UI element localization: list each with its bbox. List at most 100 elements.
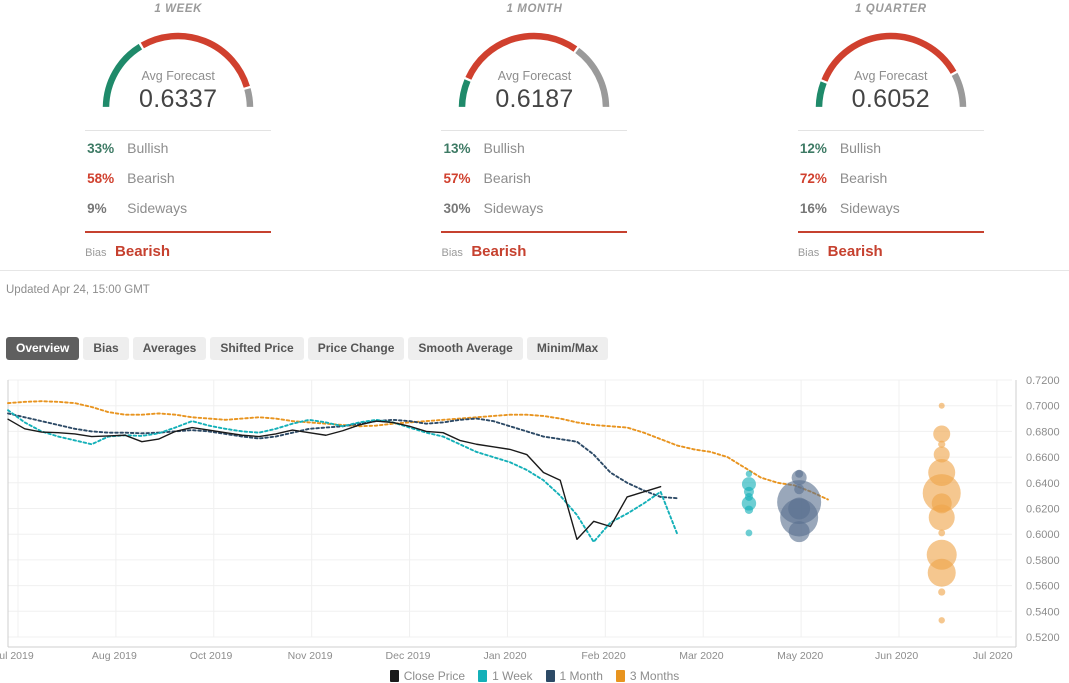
svg-text:Jun 2020: Jun 2020 — [875, 650, 918, 662]
chart-y-axis-labels: 0.7200 0.7000 0.6800 0.6600 0.6400 0.6200 0.60… — [1026, 375, 1060, 644]
svg-text:Jul 2019: Jul 2019 — [0, 650, 34, 662]
legend-label-close-price: Close Price — [404, 669, 465, 683]
sideways-label: Sideways — [127, 200, 187, 216]
gauge-arc-svg — [78, 20, 278, 112]
bias-line: Bias Bearish — [441, 243, 627, 261]
svg-text:0.6600: 0.6600 — [1026, 452, 1060, 464]
stat-row-sideways: 30% Sideways — [441, 200, 627, 230]
svg-text:Nov 2019: Nov 2019 — [288, 650, 333, 662]
panel-title: 1 MONTH — [356, 2, 712, 16]
forecast-panels: 1 WEEK Avg Forecast 0.6337 33% Bullish 5… — [0, 0, 1069, 268]
tab-overview[interactable]: Overview — [6, 337, 79, 360]
stat-row-sideways: 16% Sideways — [798, 200, 984, 230]
svg-text:Feb 2020: Feb 2020 — [581, 650, 626, 662]
gauge-1-quarter: Avg Forecast 0.6052 — [791, 20, 991, 112]
bias-value: Bearish — [828, 243, 883, 260]
bullish-percent: 13% — [441, 141, 483, 156]
legend-swatch-close-price — [390, 670, 399, 682]
chart-series — [8, 401, 828, 542]
chart-x-axis-labels: Jul 2019Aug 2019Oct 2019Nov 2019Dec 2019… — [0, 650, 1013, 662]
tab-smooth-average[interactable]: Smooth Average — [408, 337, 522, 360]
bearish-percent: 58% — [85, 171, 127, 186]
tab-averages[interactable]: Averages — [133, 337, 207, 360]
gauge-1-week: Avg Forecast 0.6337 — [78, 20, 278, 112]
legend-swatch-3-months — [616, 670, 625, 682]
svg-text:0.5600: 0.5600 — [1026, 581, 1060, 593]
bias-rule — [798, 231, 984, 233]
panel-title: 1 WEEK — [0, 2, 356, 16]
bullish-label: Bullish — [483, 140, 524, 156]
svg-text:Oct 2019: Oct 2019 — [190, 650, 233, 662]
tab-bias[interactable]: Bias — [83, 337, 128, 360]
svg-text:0.5800: 0.5800 — [1026, 555, 1060, 567]
bias-label: Bias — [441, 247, 462, 259]
tab-minim-max[interactable]: Minim/Max — [527, 337, 608, 360]
sideways-percent: 9% — [85, 201, 127, 216]
chart-gridlines — [8, 380, 1016, 647]
bias-rule — [441, 231, 627, 233]
stat-row-sideways: 9% Sideways — [85, 200, 271, 230]
bias-value: Bearish — [471, 243, 526, 260]
stat-row-bullish: 33% Bullish — [85, 140, 271, 170]
bearish-percent: 72% — [798, 171, 840, 186]
svg-text:0.6800: 0.6800 — [1026, 426, 1060, 438]
svg-text:0.6400: 0.6400 — [1026, 478, 1060, 490]
legend-label-1-month: 1 Month — [560, 669, 603, 683]
bullish-label: Bullish — [840, 140, 881, 156]
forecast-panel-1-week: 1 WEEK Avg Forecast 0.6337 33% Bullish 5… — [0, 0, 356, 268]
bias-value: Bearish — [115, 243, 170, 260]
bearish-label: Bearish — [840, 170, 887, 186]
bias-label: Bias — [798, 247, 819, 259]
tab-shifted-price[interactable]: Shifted Price — [210, 337, 303, 360]
bearish-percent: 57% — [441, 171, 483, 186]
svg-text:May 2020: May 2020 — [777, 650, 823, 662]
legend-item-1-month: 1 Month — [546, 669, 603, 683]
tab-price-change[interactable]: Price Change — [308, 337, 405, 360]
chart-tab-bar: Overview Bias Averages Shifted Price Pri… — [6, 337, 608, 360]
bullish-percent: 12% — [798, 141, 840, 156]
svg-text:0.7200: 0.7200 — [1026, 375, 1060, 387]
svg-text:0.6000: 0.6000 — [1026, 529, 1060, 541]
legend-swatch-1-month — [546, 670, 555, 682]
bias-line: Bias Bearish — [798, 243, 984, 261]
legend-item-3-months: 3 Months — [616, 669, 679, 683]
legend-item-close-price: Close Price — [390, 669, 465, 683]
stat-row-bullish: 13% Bullish — [441, 140, 627, 170]
section-divider — [0, 270, 1069, 271]
svg-text:Dec 2019: Dec 2019 — [386, 650, 431, 662]
forecast-chart[interactable]: 0.7200 0.7000 0.6800 0.6600 0.6400 0.6200 0.60… — [0, 372, 1069, 662]
gauge-arc-svg — [791, 20, 991, 112]
panel-title: 1 QUARTER — [713, 2, 1069, 16]
bias-label: Bias — [85, 247, 106, 259]
chart-legend: Close Price 1 Week 1 Month 3 Months — [0, 669, 1069, 683]
svg-text:Jul 2020: Jul 2020 — [973, 650, 1013, 662]
legend-label-1-week: 1 Week — [492, 669, 532, 683]
forecast-panel-1-month: 1 MONTH Avg Forecast 0.6187 13% Bullish … — [356, 0, 712, 268]
bullish-percent: 33% — [85, 141, 127, 156]
stat-row-bullish: 12% Bullish — [798, 140, 984, 170]
bearish-label: Bearish — [483, 170, 530, 186]
forecast-panel-1-quarter: 1 QUARTER Avg Forecast 0.6052 12% Bullis… — [713, 0, 1069, 268]
gauge-arc-svg — [434, 20, 634, 112]
stat-row-bearish: 58% Bearish — [85, 170, 271, 200]
svg-text:0.7000: 0.7000 — [1026, 401, 1060, 413]
svg-text:Mar 2020: Mar 2020 — [679, 650, 724, 662]
sentiment-stats: 12% Bullish 72% Bearish 16% Sideways — [798, 131, 984, 230]
sideways-percent: 30% — [441, 201, 483, 216]
svg-text:0.5400: 0.5400 — [1026, 606, 1060, 618]
bearish-label: Bearish — [127, 170, 174, 186]
legend-item-1-week: 1 Week — [478, 669, 532, 683]
sideways-label: Sideways — [840, 200, 900, 216]
bias-line: Bias Bearish — [85, 243, 271, 261]
sentiment-stats: 33% Bullish 58% Bearish 9% Sideways — [85, 131, 271, 230]
bullish-label: Bullish — [127, 140, 168, 156]
chart-svg[interactable]: 0.7200 0.7000 0.6800 0.6600 0.6400 0.6200 0.60… — [0, 372, 1069, 662]
svg-text:Jan 2020: Jan 2020 — [483, 650, 526, 662]
sideways-percent: 16% — [798, 201, 840, 216]
stat-row-bearish: 72% Bearish — [798, 170, 984, 200]
sentiment-stats: 13% Bullish 57% Bearish 30% Sideways — [441, 131, 627, 230]
svg-text:0.5200: 0.5200 — [1026, 632, 1060, 644]
bias-rule — [85, 231, 271, 233]
svg-text:0.6200: 0.6200 — [1026, 504, 1060, 516]
stat-row-bearish: 57% Bearish — [441, 170, 627, 200]
